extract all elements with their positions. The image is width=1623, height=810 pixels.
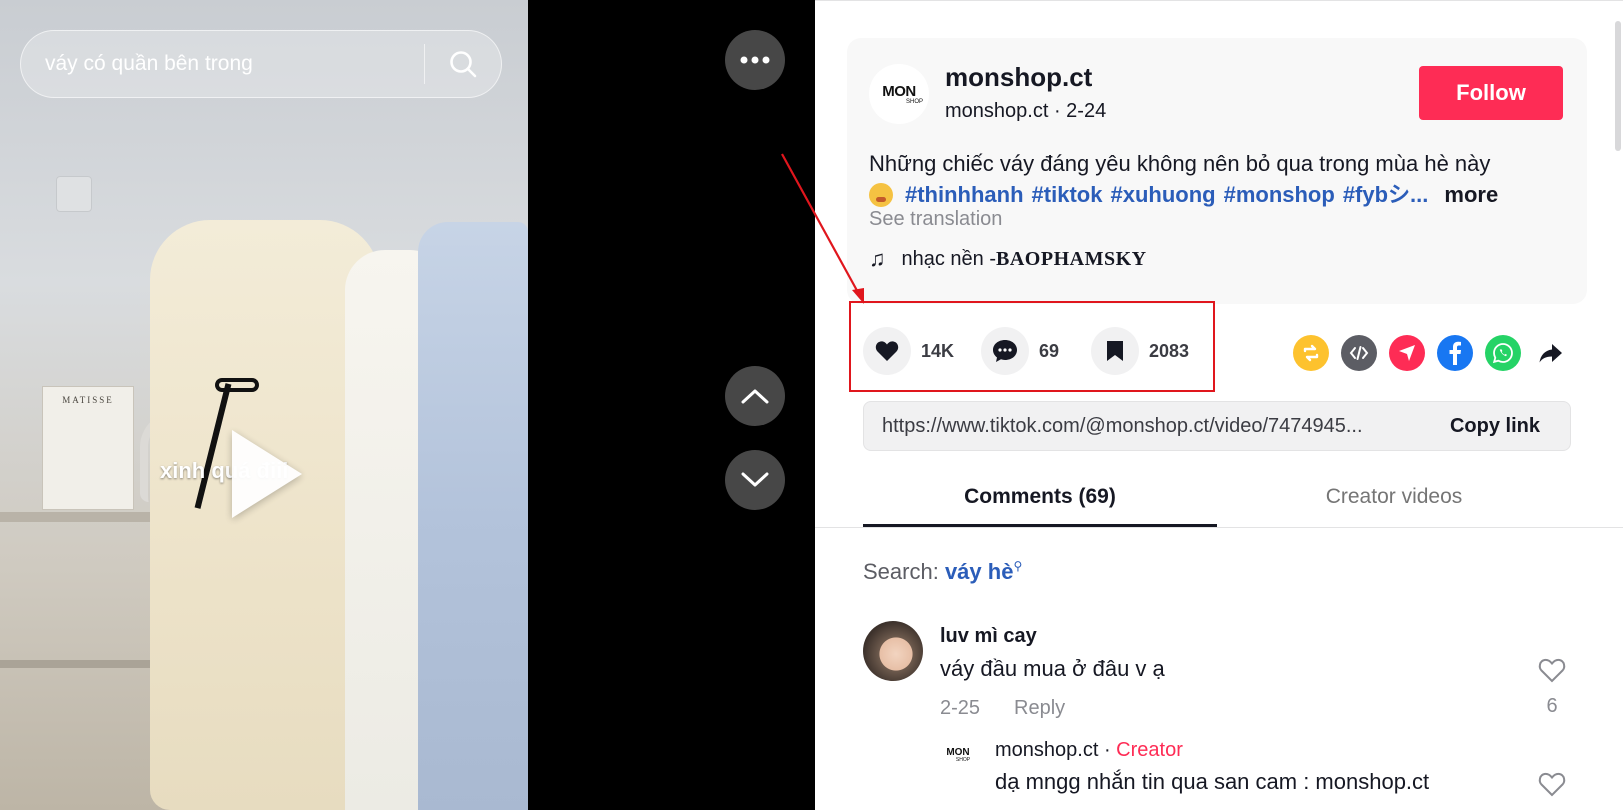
save-button[interactable]: 2083 [1091, 327, 1189, 375]
small-search-icon: ⚲ [1013, 559, 1023, 573]
hashtag-line: #thinhhanh #tiktok #xuhuong #monshop #fy… [869, 179, 1569, 210]
video-info-card: MON SHOP monshop.ct monshop.ct · 2-24 Fo… [847, 38, 1587, 304]
comment-search-prefix: Search: [863, 559, 945, 584]
search-icon[interactable] [425, 31, 501, 97]
music-link[interactable]: ♫ nhạc nền - BAOPHAMSKY [869, 246, 1147, 272]
follow-button[interactable]: Follow [1419, 66, 1563, 120]
comment-date: 2-25 [940, 697, 981, 719]
comment-count: 69 [1039, 340, 1060, 361]
book: MATISSE [42, 386, 134, 510]
video-description: Những chiếc váy đáng yêu không nên bỏ qu… [869, 148, 1569, 210]
comment-search-suggestion: Search: váy hè⚲ [863, 559, 1022, 585]
tabs-divider [815, 527, 1623, 528]
hashtag-link[interactable]: #thinhhanh [905, 179, 1024, 210]
reply-username-text: monshop.ct [995, 739, 1099, 761]
flushed-emoji-icon [869, 182, 893, 207]
repost-icon[interactable] [1293, 335, 1329, 371]
share-arrow-icon[interactable] [1533, 335, 1569, 371]
music-prefix: nhạc nền - [901, 247, 997, 270]
tab-comments[interactable]: Comments (69) [863, 471, 1217, 527]
author-handle-date: monshop.ct · 2-24 [945, 100, 1107, 122]
hashtag-link[interactable]: #tiktok [1032, 179, 1103, 210]
like-button[interactable]: 14K [863, 327, 954, 375]
bookmark-icon [1091, 327, 1139, 375]
search-input[interactable] [21, 31, 424, 97]
scrollbar[interactable] [1615, 21, 1621, 151]
comment-username[interactable]: luv mì cay [940, 625, 1037, 648]
avatar-logo-subtext: SHOP [905, 98, 923, 105]
music-note-icon: ♫ [869, 246, 886, 271]
avatar[interactable]: MON SHOP [940, 737, 976, 773]
copy-link-button[interactable]: Copy link [1420, 415, 1570, 438]
video-player[interactable]: MATISSE xinh quá điii [0, 0, 528, 810]
reply-like-icon[interactable] [1537, 771, 1567, 802]
avatar[interactable] [863, 621, 923, 681]
reply-username[interactable]: monshop.ct · Creator [995, 739, 1183, 762]
video-area: MATISSE xinh quá điii [0, 0, 815, 810]
video-link-text[interactable]: https://www.tiktok.com/@monshop.ct/video… [864, 415, 1420, 438]
copy-link-box: https://www.tiktok.com/@monshop.ct/video… [863, 401, 1571, 451]
heart-icon [863, 327, 911, 375]
more-options-button[interactable] [725, 30, 785, 90]
previous-video-button[interactable] [725, 366, 785, 426]
avatar-logo-text: MON [882, 82, 916, 100]
description-text: Những chiếc váy đáng yêu không nên bỏ qu… [869, 151, 1491, 176]
comment-like-icon[interactable] [1537, 657, 1567, 688]
avatar-logo-text: MON [946, 746, 970, 758]
facebook-icon[interactable] [1437, 335, 1473, 371]
embed-icon[interactable] [1341, 335, 1377, 371]
author-name[interactable]: monshop.ct [945, 62, 1092, 93]
comment-text: váy đầu mua ở đâu v ạ [940, 656, 1165, 681]
hashtag-link[interactable]: #monshop [1224, 179, 1335, 210]
reply-button[interactable]: Reply [1014, 697, 1065, 720]
details-panel: MON SHOP monshop.ct monshop.ct · 2-24 Fo… [815, 0, 1623, 810]
more-link[interactable]: more [1444, 179, 1498, 210]
dress-blue [418, 222, 528, 810]
reply-text: dạ mngg nhắn tin qua san cam : monshop.c… [995, 769, 1430, 794]
creator-badge: Creator [1116, 739, 1183, 761]
comment-icon [981, 327, 1029, 375]
see-translation-link[interactable]: See translation [869, 208, 1002, 231]
like-count: 14K [921, 340, 955, 361]
book-title: MATISSE [62, 395, 114, 405]
wall-switch [56, 176, 92, 212]
comment-search-keyword[interactable]: váy hè [945, 559, 1014, 584]
music-artist: BAOPHAMSKY [996, 247, 1147, 270]
tabs: Comments (69) Creator videos [863, 471, 1571, 527]
send-icon[interactable] [1389, 335, 1425, 371]
share-icons [1293, 335, 1569, 371]
next-video-button[interactable] [725, 450, 785, 510]
search-bar [20, 30, 502, 98]
whatsapp-icon[interactable] [1485, 335, 1521, 371]
comment-like-count: 6 [1546, 695, 1558, 717]
hashtag-link[interactable]: #fybシ... [1343, 179, 1429, 210]
hashtag-link[interactable]: #xuhuong [1110, 179, 1215, 210]
tab-creator-videos[interactable]: Creator videos [1217, 471, 1571, 527]
ribbon-bow [215, 378, 259, 392]
author-avatar[interactable]: MON SHOP [869, 64, 929, 124]
comment-button[interactable]: 69 [981, 327, 1059, 375]
avatar-logo-subtext: SHOP [955, 756, 971, 763]
play-icon[interactable] [232, 430, 302, 518]
save-count: 2083 [1149, 340, 1190, 361]
